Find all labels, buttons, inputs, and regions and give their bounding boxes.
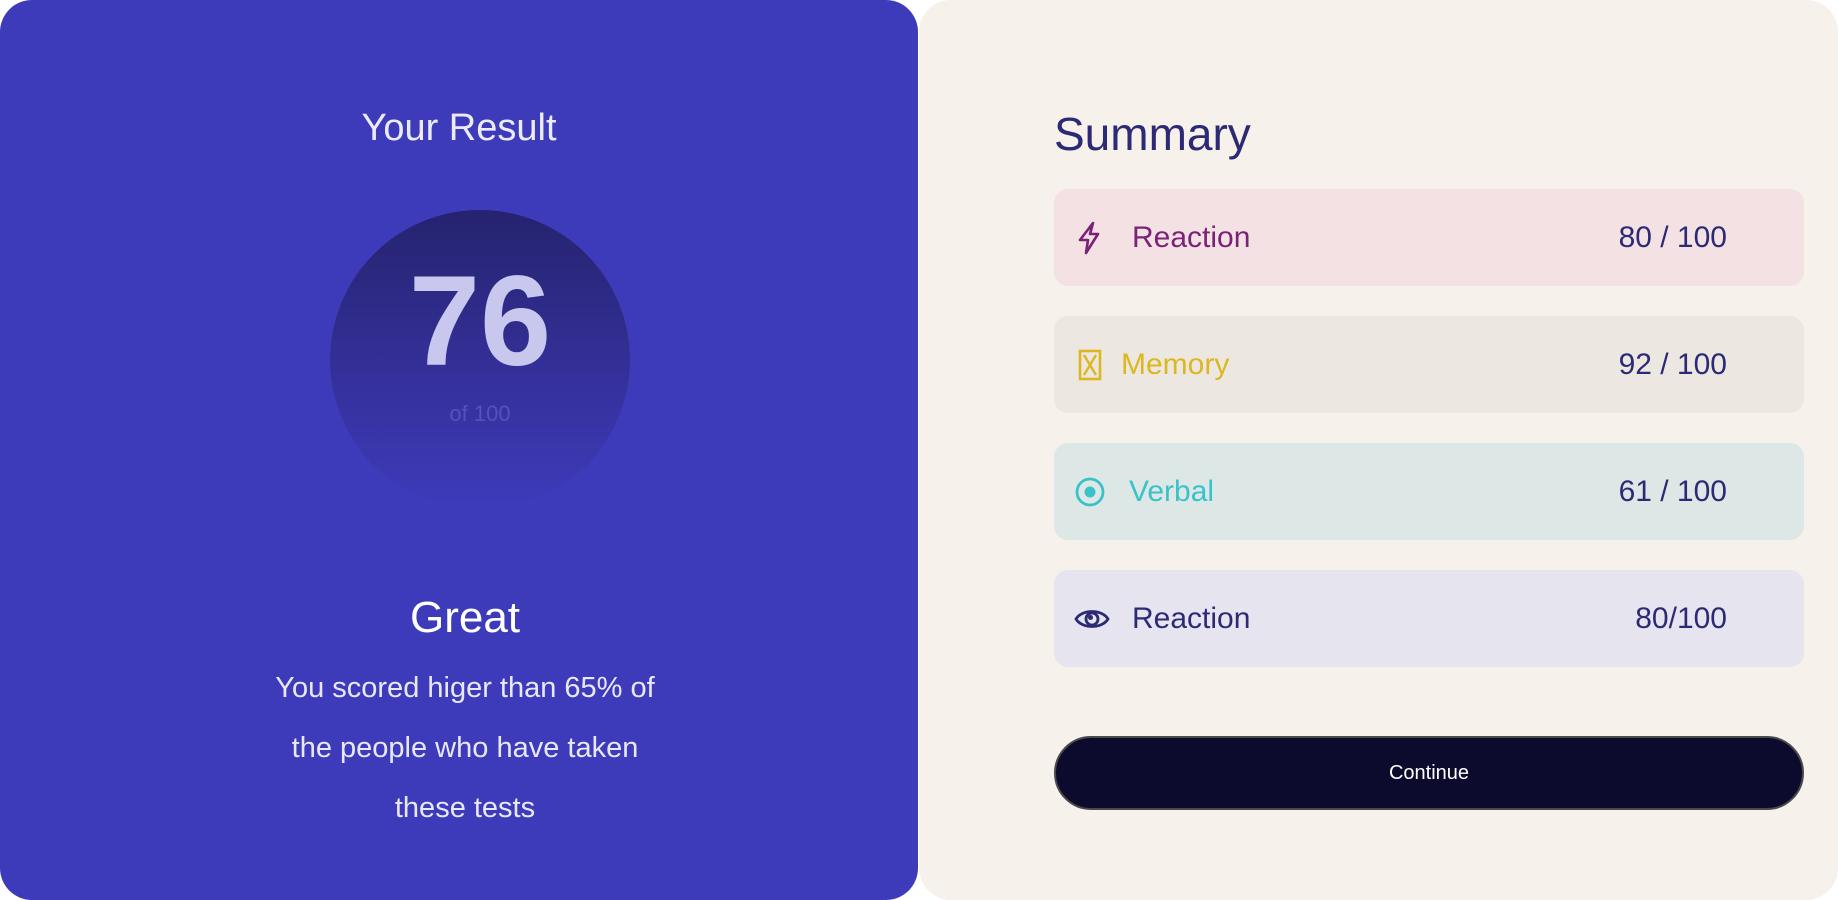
result-title: Your Result [361,107,557,149]
summary-row-reaction: Reaction 80 / 100 [1054,189,1804,286]
summary-row-verbal: Verbal 61 / 100 [1054,443,1804,540]
summary-row-score: 92 / 100 [1618,348,1727,381]
score-circle: 76 of 100 [330,210,630,510]
summary-row-label: Verbal [1129,475,1215,508]
score-value: 76 [408,250,552,393]
summary-row-reaction-2: Reaction 80/100 [1054,570,1804,667]
result-card: Your Result 76 of 100 Great You scored h… [0,0,918,900]
summary-row-label: Reaction [1132,602,1251,635]
summary-card: Summary Reaction 80 / 100 Memory 92 / 10… [919,0,1838,900]
hourglass-icon [1074,346,1112,384]
summary-row-memory: Memory 92 / 100 [1054,316,1804,413]
results-page: Your Result 76 of 100 Great You scored h… [0,0,1838,900]
summary-title: Summary [1054,108,1251,160]
summary-row-score: 61 / 100 [1618,475,1727,508]
rating-label: Great [409,593,521,642]
lightning-icon [1074,219,1112,257]
eye-icon [1074,600,1112,638]
rating-description: You scored higer than 65% of the people … [275,672,655,824]
score-total: of 100 [449,401,511,426]
summary-row-score: 80/100 [1635,602,1727,635]
summary-row-label: Memory [1121,348,1230,381]
continue-button[interactable]: Continue [1054,736,1804,810]
target-icon [1074,473,1112,511]
summary-row-label: Reaction [1132,221,1251,254]
summary-row-score: 80 / 100 [1618,221,1727,254]
